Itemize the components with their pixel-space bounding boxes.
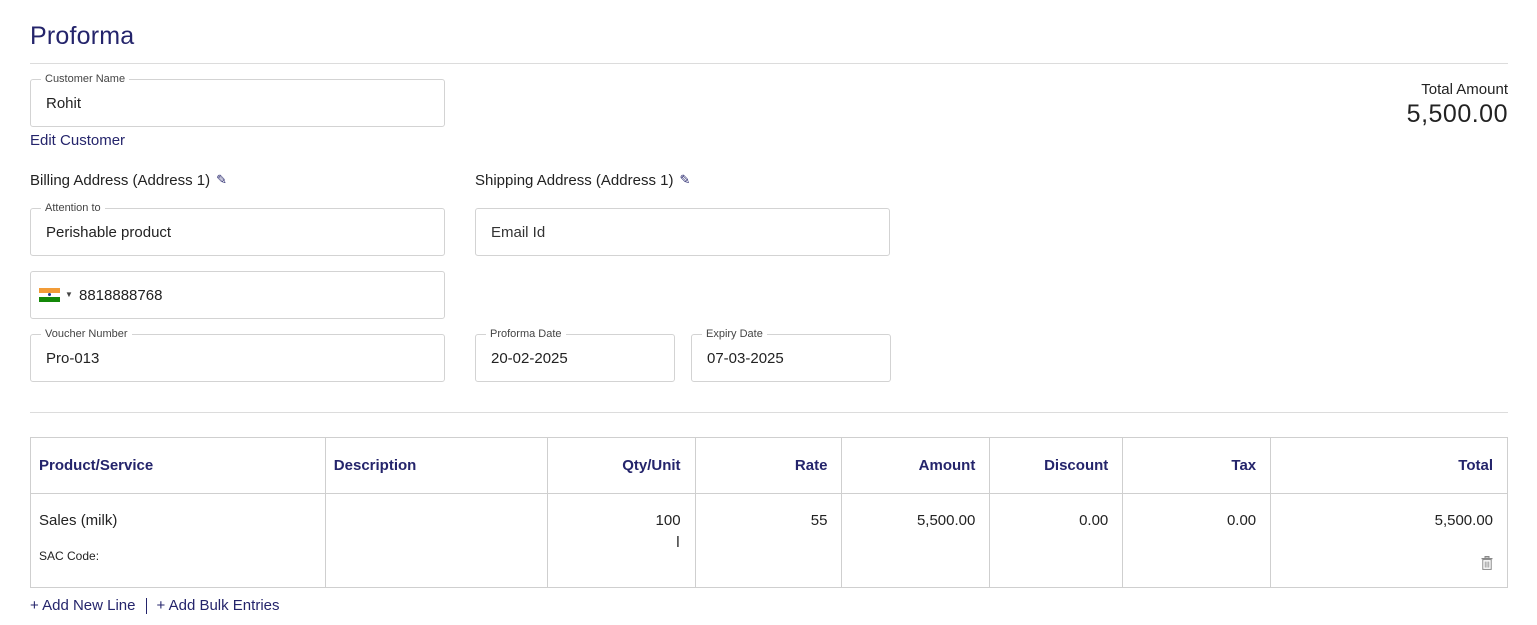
- voucher-number-label: Voucher Number: [41, 328, 132, 340]
- customer-name-field[interactable]: Customer Name Rohit: [30, 73, 445, 127]
- email-field[interactable]: Email Id: [475, 208, 890, 256]
- discount-cell[interactable]: 0.00: [989, 493, 1124, 588]
- product-name: Sales (milk): [39, 512, 118, 529]
- proforma-date-field[interactable]: Proforma Date 20-02-2025: [475, 328, 675, 382]
- header-total: Total: [1270, 437, 1508, 494]
- attention-to-value: Perishable product: [46, 224, 172, 241]
- total-amount-value: 5,500.00: [1406, 100, 1508, 128]
- voucher-number-value: Pro-013: [46, 350, 100, 367]
- header-qty: Qty/Unit: [546, 437, 696, 494]
- attention-to-field[interactable]: Attention to Perishable product: [30, 202, 445, 256]
- amount-cell: 5,500.00: [841, 493, 991, 588]
- billing-address-heading: Billing Address (Address 1) ✎: [30, 172, 227, 189]
- proforma-date-label: Proforma Date: [486, 328, 566, 340]
- pencil-icon[interactable]: ✎: [679, 172, 690, 188]
- unit-value: l: [676, 534, 680, 551]
- header-description: Description: [324, 437, 548, 494]
- expiry-date-value: 07-03-2025: [707, 350, 784, 367]
- row-total-value: 5,500.00: [1434, 512, 1493, 529]
- expiry-date-field[interactable]: Expiry Date 07-03-2025: [691, 328, 891, 382]
- pencil-icon[interactable]: ✎: [216, 172, 227, 188]
- header-amount: Amount: [841, 437, 991, 494]
- description-cell[interactable]: [324, 493, 548, 588]
- customer-name-label: Customer Name: [41, 73, 130, 85]
- proforma-date-value: 20-02-2025: [491, 350, 568, 367]
- edit-customer-link[interactable]: Edit Customer: [30, 132, 125, 149]
- header-tax: Tax: [1122, 437, 1272, 494]
- add-bulk-entries-link[interactable]: + Add Bulk Entries: [157, 597, 280, 614]
- header-discount: Discount: [989, 437, 1124, 494]
- line-items-table: Product/Service Description Qty/Unit Rat…: [30, 437, 1508, 588]
- trash-icon[interactable]: [1481, 556, 1493, 570]
- attention-to-label: Attention to: [41, 202, 105, 214]
- sac-code-label: SAC Code:: [39, 549, 100, 563]
- header-product: Product/Service: [30, 437, 326, 494]
- india-flag-icon[interactable]: [39, 288, 60, 303]
- shipping-address-heading: Shipping Address (Address 1) ✎: [475, 172, 690, 189]
- rate-cell[interactable]: 55: [694, 493, 843, 588]
- table-header-row: Product/Service Description Qty/Unit Rat…: [30, 437, 1508, 494]
- phone-value: 8818888768: [79, 287, 163, 304]
- header-divider: [30, 63, 1508, 64]
- caret-down-icon[interactable]: ▼: [65, 290, 73, 299]
- customer-name-value: Rohit: [46, 95, 82, 112]
- table-row[interactable]: Sales (milk) SAC Code: 100 l 55 5,500.00…: [30, 493, 1508, 588]
- actions-separator: [145, 597, 147, 614]
- qty-value: 100: [655, 512, 681, 529]
- total-amount-label: Total Amount: [1421, 81, 1508, 98]
- section-divider: [30, 412, 1508, 413]
- table-actions: + Add New Line + Add Bulk Entries: [30, 597, 280, 614]
- billing-address-label: Billing Address (Address 1): [30, 172, 211, 189]
- add-new-line-link[interactable]: + Add New Line: [30, 597, 136, 614]
- page-title: Proforma: [30, 22, 135, 50]
- qty-cell[interactable]: 100 l: [546, 493, 696, 588]
- total-cell: 5,500.00: [1270, 493, 1508, 588]
- voucher-number-field[interactable]: Voucher Number Pro-013: [30, 328, 445, 382]
- email-placeholder: Email Id: [491, 224, 546, 241]
- phone-field[interactable]: ▼ 8818888768: [30, 271, 445, 319]
- product-cell[interactable]: Sales (milk) SAC Code:: [30, 493, 326, 588]
- expiry-date-label: Expiry Date: [702, 328, 767, 340]
- header-rate: Rate: [694, 437, 843, 494]
- tax-cell[interactable]: 0.00: [1122, 493, 1272, 588]
- shipping-address-label: Shipping Address (Address 1): [475, 172, 674, 189]
